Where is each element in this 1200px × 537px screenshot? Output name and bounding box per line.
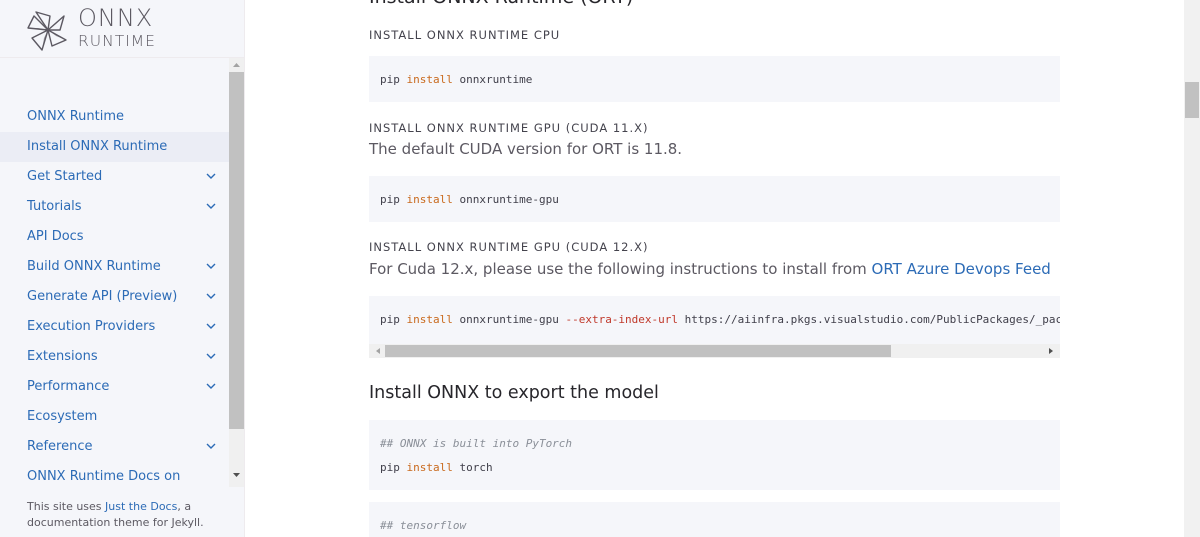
sidebar-item-install-onnx-runtime[interactable]: Install ONNX Runtime: [0, 132, 229, 162]
sidebar-item-docs-on[interactable]: ONNX Runtime Docs on: [0, 462, 229, 492]
code-install-keyword: install: [406, 73, 453, 86]
chevron-down-icon[interactable]: [205, 290, 217, 302]
sidebar-item-label: Tutorials: [27, 199, 82, 214]
sidebar-item-performance[interactable]: Performance: [0, 372, 229, 402]
logo-wordmark: ONNX RUNTIME: [78, 6, 156, 50]
sidebar-item-ecosystem[interactable]: Ecosystem: [0, 402, 229, 432]
sidebar-item-label: Build ONNX Runtime: [27, 259, 161, 274]
sidebar-item-label: Extensions: [27, 349, 98, 364]
logo-line-onnx: ONNX: [78, 4, 154, 32]
sidebar-item-label: Performance: [27, 379, 110, 394]
sidebar: ONNX RUNTIME ONNX Runtime Install ONNX R…: [0, 0, 245, 537]
code-block-tensorflow[interactable]: ## tensorflow: [369, 502, 1060, 537]
sidebar-item-build-onnx-runtime[interactable]: Build ONNX Runtime: [0, 252, 229, 282]
sidebar-item-extensions[interactable]: Extensions: [0, 342, 229, 372]
chevron-down-icon[interactable]: [205, 260, 217, 272]
sidebar-scrollbar[interactable]: [229, 58, 244, 487]
ort-azure-devops-feed-link[interactable]: ORT Azure Devops Feed: [872, 260, 1051, 278]
code-horizontal-scrollbar[interactable]: [369, 344, 1060, 358]
sidebar-item-api-docs[interactable]: API Docs: [0, 222, 229, 252]
sidebar-nav: ONNX Runtime Install ONNX Runtime Get St…: [0, 102, 229, 492]
chevron-down-icon[interactable]: [205, 380, 217, 392]
logo-line-runtime: RUNTIME: [78, 32, 156, 50]
site-logo[interactable]: ONNX RUNTIME: [0, 0, 245, 58]
sidebar-item-generate-api[interactable]: Generate API (Preview): [0, 282, 229, 312]
code-package: onnxruntime: [459, 73, 533, 86]
sidebar-item-label: Generate API (Preview): [27, 289, 178, 304]
page-scrollbar[interactable]: [1184, 0, 1200, 537]
sidebar-item-get-started[interactable]: Get Started: [0, 162, 229, 192]
sidebar-footer: This site uses Just the Docs, a document…: [27, 499, 227, 531]
code-scrollbar-thumb[interactable]: [385, 345, 891, 357]
footer-prefix: This site uses: [27, 500, 106, 513]
code-pip: pip: [380, 73, 400, 86]
sidebar-item-label: Execution Providers: [27, 319, 156, 334]
sidebar-item-label: Install ONNX Runtime: [27, 139, 168, 154]
code-comment: ## tensorflow: [380, 519, 467, 532]
paragraph-cuda12: For Cuda 12.x, please use the following …: [369, 260, 1051, 278]
subheading-gpu-cuda12: INSTALL ONNX RUNTIME GPU (CUDA 12.X): [369, 240, 649, 254]
main-content: Install ONNX Runtime (ORT) INSTALL ONNX …: [246, 0, 1184, 537]
sidebar-scrollbar-thumb[interactable]: [229, 72, 244, 429]
sidebar-item-reference[interactable]: Reference: [0, 432, 229, 462]
sidebar-item-onnx-runtime[interactable]: ONNX Runtime: [0, 102, 229, 132]
code-package: torch: [459, 461, 493, 474]
sidebar-item-label: ONNX Runtime: [27, 109, 125, 124]
sidebar-item-label: Get Started: [27, 169, 103, 184]
subheading-gpu-cuda11: INSTALL ONNX RUNTIME GPU (CUDA 11.X): [369, 121, 649, 135]
onnx-logo-icon: [27, 11, 67, 51]
code-block-export[interactable]: ## ONNX is built into PyTorch pip instal…: [369, 420, 1060, 490]
code-pip: pip: [380, 313, 400, 326]
scroll-right-arrow-icon[interactable]: [1046, 346, 1056, 356]
code-install-keyword: install: [406, 313, 453, 326]
sidebar-item-label: Ecosystem: [27, 409, 98, 424]
code-package: onnxruntime-gpu: [459, 193, 559, 206]
paragraph-cuda11: The default CUDA version for ORT is 11.8…: [369, 140, 683, 158]
sidebar-item-label: Reference: [27, 439, 93, 454]
code-block-gpu12[interactable]: pip install onnxruntime-gpu --extra-inde…: [369, 296, 1060, 358]
paragraph-cuda12-text: For Cuda 12.x, please use the following …: [369, 260, 872, 278]
code-comment: ## ONNX is built into PyTorch: [380, 437, 573, 450]
code-install-keyword: install: [406, 193, 453, 206]
page-scrollbar-thumb[interactable]: [1185, 82, 1199, 118]
code-install-keyword: install: [406, 461, 453, 474]
subheading-cpu: INSTALL ONNX RUNTIME CPU: [369, 28, 561, 42]
sidebar-item-tutorials[interactable]: Tutorials: [0, 192, 229, 222]
chevron-down-icon[interactable]: [205, 320, 217, 332]
code-package: onnxruntime-gpu: [459, 313, 559, 326]
code-pip: pip: [380, 193, 400, 206]
sidebar-item-label: ONNX Runtime Docs on: [27, 469, 181, 484]
code-block-gpu11[interactable]: pip install onnxruntime-gpu: [369, 176, 1060, 222]
code-pip: pip: [380, 461, 400, 474]
chevron-down-icon[interactable]: [205, 170, 217, 182]
scroll-up-arrow-icon[interactable]: [229, 58, 244, 72]
heading-install-ort: Install ONNX Runtime (ORT): [369, 0, 633, 8]
code-url: https://aiinfra.pkgs.visualstudio.com/Pu…: [684, 313, 1060, 326]
heading-install-onnx-export: Install ONNX to export the model: [369, 383, 659, 403]
scroll-left-arrow-icon[interactable]: [373, 346, 383, 356]
scroll-down-arrow-icon[interactable]: [229, 468, 244, 482]
chevron-down-icon[interactable]: [205, 350, 217, 362]
sidebar-item-label: API Docs: [27, 229, 84, 244]
code-flag: --extra-index-url: [565, 313, 679, 326]
sidebar-item-execution-providers[interactable]: Execution Providers: [0, 312, 229, 342]
just-the-docs-link[interactable]: Just the Docs: [105, 500, 177, 513]
code-block-cpu[interactable]: pip install onnxruntime: [369, 56, 1060, 102]
chevron-down-icon[interactable]: [205, 440, 217, 452]
chevron-down-icon[interactable]: [205, 200, 217, 212]
